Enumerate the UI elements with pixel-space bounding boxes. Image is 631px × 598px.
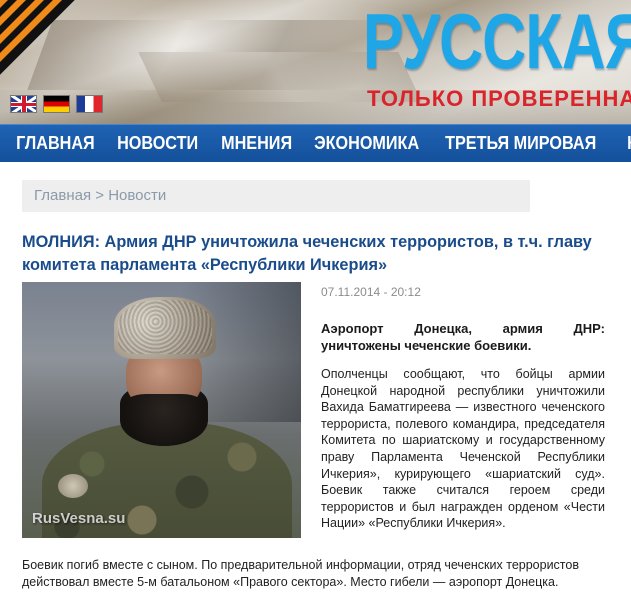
- nav-item-world-war-three[interactable]: ТРЕТЬЯ МИРОВАЯ: [437, 133, 604, 154]
- site-header: РУССКАЯ ТОЛЬКО ПРОВЕРЕННА: [0, 0, 631, 124]
- nav-item-news[interactable]: НОВОСТИ: [109, 133, 206, 154]
- breadcrumb-home-link[interactable]: Главная: [34, 187, 91, 204]
- nav-item-economy[interactable]: ЭКОНОМИКА: [306, 133, 427, 154]
- uk-flag-icon[interactable]: [10, 95, 37, 113]
- photo-watermark: RusVesna.su: [32, 510, 126, 527]
- nav-item-main[interactable]: ГЛАВНАЯ: [8, 133, 103, 154]
- article-photo[interactable]: RusVesna.su: [22, 282, 301, 538]
- article-paragraph: Ополченцы сообщают, что бойцы армии Доне…: [321, 367, 605, 531]
- main-nav: ГЛАВНАЯ НОВОСТИ МНЕНИЯ ЭКОНОМИКА ТРЕТЬЯ …: [0, 124, 631, 162]
- france-flag-icon[interactable]: [76, 95, 103, 113]
- breadcrumb-separator: >: [95, 187, 105, 204]
- site-tagline: ТОЛЬКО ПРОВЕРЕННА: [367, 86, 631, 111]
- article-paragraph: Боевик погиб вместе с сыном. По предвари…: [22, 558, 579, 589]
- site-logo-text[interactable]: РУССКАЯ: [363, 2, 631, 80]
- breadcrumb: Главная > Новости: [22, 180, 530, 212]
- article-date: 07.11.2014 - 20:12: [321, 285, 421, 299]
- st-george-ribbon-icon: [0, 0, 100, 110]
- language-switcher: [10, 95, 103, 113]
- germany-flag-icon[interactable]: [43, 95, 70, 113]
- article-title: МОЛНИЯ: Армия ДНР уничтожила чеченских т…: [22, 232, 592, 274]
- breadcrumb-current-link[interactable]: Новости: [108, 187, 166, 204]
- nav-item-opinions[interactable]: МНЕНИЯ: [213, 133, 300, 154]
- article-lead: Аэропорт Донецка, армия ДНР: уничтожены …: [321, 321, 605, 353]
- nav-item-column[interactable]: КОЛОНКА: [619, 133, 631, 154]
